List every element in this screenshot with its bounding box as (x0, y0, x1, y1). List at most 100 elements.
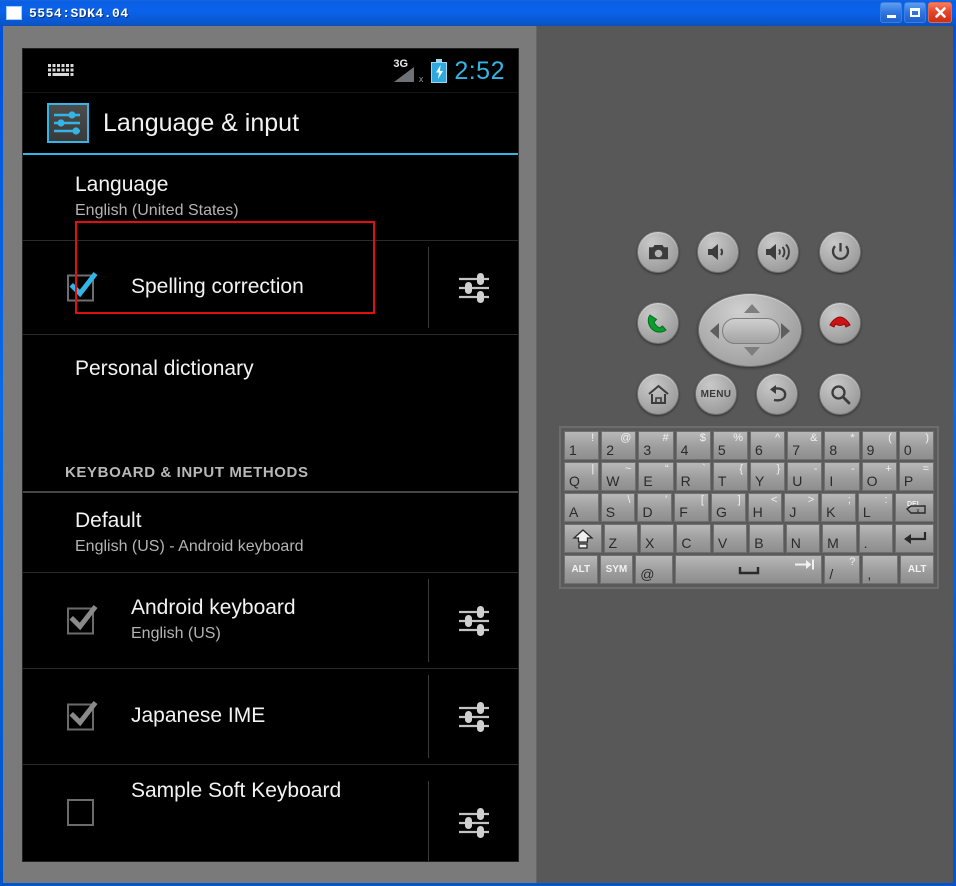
key-/[interactable]: /? (824, 555, 861, 584)
key-m[interactable]: M (822, 524, 857, 553)
back-button[interactable] (756, 373, 798, 415)
key-label: H (752, 504, 763, 520)
key-f[interactable]: F[ (674, 493, 709, 522)
key-w[interactable]: W ~ (601, 462, 637, 491)
volume-down-icon (708, 244, 724, 260)
device-screen[interactable]: 3G x 2:52 Language & input Language Engl… (22, 48, 519, 862)
maximize-button[interactable] (904, 2, 926, 23)
list-item-sample-soft-keyboard[interactable]: Sample Soft Keyboard (23, 765, 518, 861)
key-label: L (862, 504, 871, 520)
list-item-spelling-correction[interactable]: Spelling correction (23, 241, 518, 335)
key-5[interactable]: 5% (712, 431, 749, 460)
settings-gear-sample-soft-keyboard[interactable] (428, 781, 518, 861)
camera-button[interactable] (637, 231, 679, 273)
minimize-button[interactable] (880, 2, 902, 23)
power-button[interactable] (819, 231, 861, 273)
key-c[interactable]: C (676, 524, 711, 553)
key-p[interactable]: P = (898, 462, 935, 491)
call-button[interactable] (637, 302, 679, 344)
key-s[interactable]: S \ (600, 493, 636, 522)
key-6[interactable]: 6 ^ (750, 431, 786, 460)
key-4[interactable]: 4 $ (675, 431, 711, 460)
battery-charging-icon (431, 59, 448, 83)
dpad-left-icon[interactable] (710, 323, 719, 339)
volume-up-button[interactable] (757, 231, 799, 273)
key-a[interactable]: A (564, 493, 599, 522)
dpad-center-button[interactable] (722, 318, 780, 344)
dpad-right-icon[interactable] (781, 323, 790, 339)
key-,[interactable]: , (862, 555, 899, 584)
key-q[interactable]: Q | (564, 462, 600, 491)
key-.[interactable]: . (858, 524, 894, 553)
key-u[interactable]: U- (787, 462, 823, 491)
list-item-title: Japanese IME (131, 704, 266, 727)
language-input-icon (47, 103, 89, 143)
settings-gear-android-keyboard[interactable] (428, 579, 518, 662)
list-item-android-keyboard[interactable]: Android keyboard English (US) (23, 573, 518, 669)
list-item-title: Android keyboard (131, 596, 296, 619)
list-item-default[interactable]: Default English (US) - Android keyboard (23, 493, 518, 573)
key-j[interactable]: J > (784, 493, 820, 522)
key-t[interactable]: T{ (712, 462, 749, 491)
key-r[interactable]: R ` (675, 462, 711, 491)
key-label: C (681, 535, 692, 551)
key-e[interactable]: E “ (638, 462, 674, 491)
key-shift-label: ~ (624, 463, 632, 475)
key-1[interactable]: 1! (564, 431, 600, 460)
key-d[interactable]: D ' (637, 493, 673, 522)
list-item-language[interactable]: Language English (United States) (23, 155, 518, 241)
dpad-down-icon[interactable] (744, 347, 760, 356)
dpad[interactable] (698, 293, 802, 367)
list-item-japanese-ime[interactable]: Japanese IME (23, 669, 518, 765)
end-call-button[interactable] (819, 302, 861, 344)
hardware-keyboard[interactable]: 1! 2 @3 #4 $5% 6 ^ 7 & 8 * 9(0) Q | W ~ E “R ` T{Y} U - I - O + P =… (559, 426, 939, 589)
key-9[interactable]: 9( (861, 431, 897, 460)
checkbox-spelling-correction[interactable] (67, 271, 98, 301)
checkbox-sample-soft-keyboard[interactable] (67, 799, 94, 826)
key-8[interactable]: 8 * (824, 431, 860, 460)
menu-button[interactable]: MENU (695, 373, 737, 415)
key-3[interactable]: 3 # (638, 431, 674, 460)
checkmark-icon (69, 271, 98, 297)
key-del[interactable]: DEL x (894, 493, 934, 522)
key-b[interactable]: B (749, 524, 784, 553)
key-o[interactable]: O + (861, 462, 897, 491)
controls-pane: MENU 1! 2 @3 #4 $5% 6 ^ 7 & 8 * 9(0) Q | W ~ E “R ` T{Y} U - I… (537, 26, 953, 883)
checkbox-japanese-ime[interactable] (67, 700, 98, 730)
sliders-icon (458, 808, 489, 838)
key-z[interactable]: Z (603, 524, 638, 553)
dpad-up-icon[interactable] (744, 304, 760, 313)
key-n[interactable]: N (785, 524, 821, 553)
settings-gear-spelling-correction[interactable] (428, 247, 518, 328)
search-button[interactable] (819, 373, 861, 415)
key-i[interactable]: I- (824, 462, 860, 491)
volume-down-button[interactable] (697, 231, 739, 273)
key-v[interactable]: V (712, 524, 748, 553)
system-menu-icon[interactable] (6, 6, 22, 20)
key-alt[interactable]: ALT (900, 555, 935, 584)
key-alt[interactable]: ALT (564, 555, 598, 584)
home-button[interactable] (637, 373, 679, 415)
key-7[interactable]: 7 & (787, 431, 823, 460)
key-l[interactable]: L: (857, 493, 893, 522)
settings-gear-japanese-ime[interactable] (428, 675, 518, 758)
key-shift-label: \ (627, 494, 631, 506)
key-enter[interactable] (895, 524, 935, 553)
key-shift[interactable] (564, 524, 602, 553)
key-2[interactable]: 2 @ (601, 431, 637, 460)
key-label: T (717, 473, 727, 489)
key-0[interactable]: 0) (898, 431, 935, 460)
list-item-personal-dictionary[interactable]: Personal dictionary (23, 335, 518, 398)
key-@[interactable]: @ (635, 555, 673, 584)
checkbox-android-keyboard[interactable] (67, 604, 98, 634)
camera-icon (648, 244, 668, 259)
key-shift-label: % (733, 432, 744, 444)
close-button[interactable] (928, 2, 952, 23)
key-x[interactable]: X (639, 524, 675, 553)
key-space[interactable] (674, 555, 823, 584)
key-h[interactable]: H < (747, 493, 783, 522)
key-k[interactable]: K; (821, 493, 856, 522)
key-sym[interactable]: SYM (599, 555, 634, 584)
key-g[interactable]: G] (710, 493, 746, 522)
key-y[interactable]: Y} (750, 462, 786, 491)
